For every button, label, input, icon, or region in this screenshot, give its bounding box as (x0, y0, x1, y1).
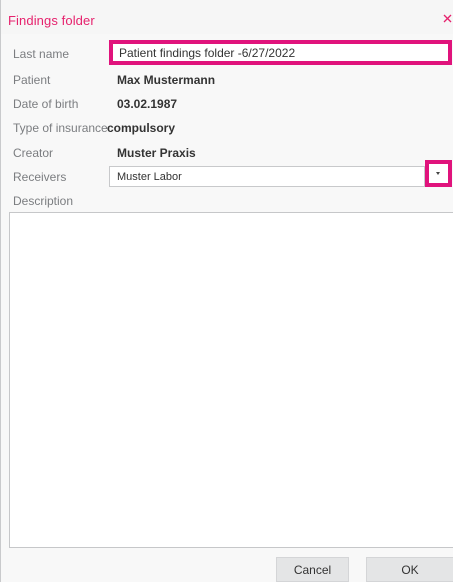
date-of-birth-label: Date of birth (13, 97, 79, 111)
date-of-birth-value: 03.02.1987 (117, 97, 178, 111)
type-of-insurance-value: compulsory (107, 121, 176, 135)
patient-label: Patient (13, 73, 51, 87)
last-name-input[interactable] (109, 40, 452, 65)
receivers-dropdown-button[interactable] (425, 160, 452, 187)
creator-label: Creator (13, 146, 54, 160)
description-label: Description (13, 194, 74, 208)
creator-value: Muster Praxis (117, 146, 196, 160)
patient-value: Max Mustermann (117, 73, 216, 87)
description-textarea[interactable] (9, 212, 453, 548)
findings-folder-dialog: Findings folder Last name Patient Max Mu… (0, 0, 453, 582)
close-icon[interactable] (441, 12, 453, 26)
receivers-label: Receivers (13, 170, 67, 184)
last-name-label: Last name (13, 47, 70, 61)
chevron-down-icon (436, 172, 440, 175)
dialog-titlebar: Findings folder (1, 0, 453, 34)
receivers-selected-value: Muster Labor (117, 171, 182, 183)
ok-button[interactable]: OK (366, 557, 453, 582)
cancel-button[interactable]: Cancel (276, 557, 349, 582)
type-of-insurance-label: Type of insurance (13, 121, 108, 135)
receivers-select[interactable]: Muster Labor (109, 166, 425, 187)
dialog-title: Findings folder (8, 13, 95, 28)
